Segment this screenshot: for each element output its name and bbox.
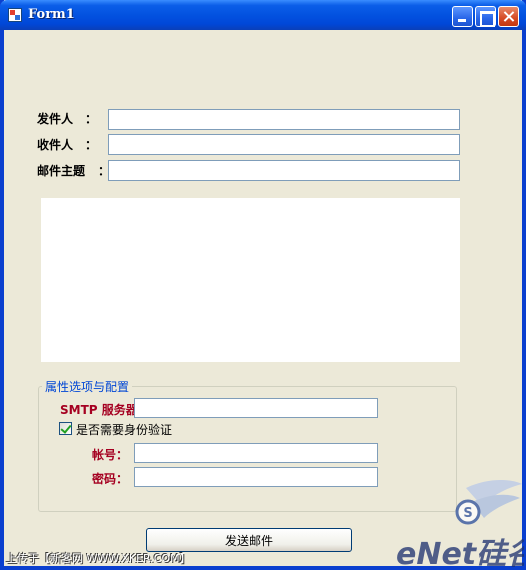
minimize-button[interactable] — [452, 6, 473, 27]
smtp-label: SMTP 服务器: — [60, 403, 143, 417]
mail-body-textarea[interactable] — [41, 198, 460, 362]
password-label: 密码： — [92, 472, 129, 486]
recipient-label: 收件人 — [37, 138, 74, 152]
subject-label: 邮件主题 — [37, 164, 86, 178]
account-input[interactable] — [134, 443, 378, 463]
close-button[interactable] — [498, 6, 519, 27]
enet-watermark-logo: S eNet硅谷动力 — [396, 480, 524, 570]
settings-group-title: 属性选项与配置 — [42, 378, 133, 395]
auth-required-checkbox[interactable] — [59, 422, 72, 435]
svg-text:S: S — [463, 506, 472, 521]
password-input[interactable] — [134, 467, 378, 487]
sender-input[interactable] — [108, 109, 460, 130]
send-mail-button[interactable]: 发送邮件 — [146, 528, 352, 552]
maximize-button[interactable] — [475, 6, 496, 27]
upload-source-note: 上传于【新客网 WWW.XKER.COM】 — [6, 552, 191, 565]
watermark-text: eNet硅谷动力 — [396, 537, 524, 570]
app-icon — [8, 8, 22, 22]
sender-colon: ： — [85, 112, 98, 126]
account-label: 帐号： — [92, 448, 129, 462]
smtp-server-input[interactable] — [134, 398, 378, 418]
recipient-input[interactable] — [108, 134, 460, 155]
subject-input[interactable] — [108, 160, 460, 181]
title-bar[interactable]: Form1 — [0, 0, 526, 30]
recipient-colon: ： — [85, 138, 98, 152]
window-title: Form1 — [28, 7, 75, 22]
auth-required-label[interactable]: 是否需要身份验证 — [76, 421, 172, 438]
sender-label: 发件人 — [37, 112, 74, 126]
